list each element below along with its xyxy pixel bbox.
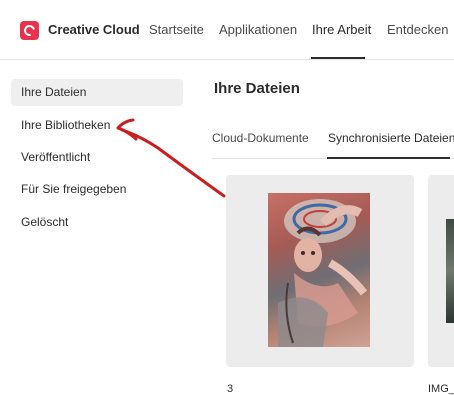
- nav-active-indicator: [311, 57, 365, 59]
- tab-active-indicator: [327, 157, 450, 159]
- brand-name[interactable]: Creative Cloud: [48, 22, 140, 37]
- nav-applikationen[interactable]: Applikationen: [219, 22, 297, 37]
- sidebar-item-ihre-bibliotheken[interactable]: Ihre Bibliotheken: [11, 112, 183, 139]
- sidebar-item-geloescht[interactable]: Gelöscht: [11, 209, 183, 236]
- file-thumbnail: [268, 193, 370, 347]
- sidebar-item-fuer-sie-freigegeben[interactable]: Für Sie freigegeben: [11, 176, 183, 203]
- nav-entdecken[interactable]: Entdecken: [387, 22, 448, 37]
- tab-cloud-dokumente[interactable]: Cloud-Dokumente: [212, 131, 309, 145]
- nav-startseite[interactable]: Startseite: [149, 22, 204, 37]
- logo-ring-shape: [21, 22, 38, 39]
- painting-thumbnail-art: [278, 199, 368, 347]
- page-title: Ihre Dateien: [214, 80, 300, 97]
- tab-synchronisierte-dateien[interactable]: Synchronisierte Dateien: [328, 131, 454, 145]
- file-card[interactable]: [428, 175, 454, 367]
- file-name[interactable]: 3: [227, 383, 233, 395]
- file-name[interactable]: IMG_: [428, 383, 454, 395]
- sidebar-item-ihre-dateien[interactable]: Ihre Dateien: [11, 79, 183, 106]
- file-card[interactable]: [226, 175, 414, 367]
- creative-cloud-logo-icon[interactable]: [20, 21, 39, 40]
- top-bar: Creative Cloud Startseite Applikationen …: [0, 0, 454, 60]
- sidebar-item-veroeffentlicht[interactable]: Veröffentlicht: [11, 144, 183, 171]
- sidebar: Ihre Dateien Ihre Bibliotheken Veröffent…: [0, 60, 195, 395]
- file-thumbnail: [446, 219, 454, 323]
- nav-ihre-arbeit[interactable]: Ihre Arbeit: [312, 22, 371, 37]
